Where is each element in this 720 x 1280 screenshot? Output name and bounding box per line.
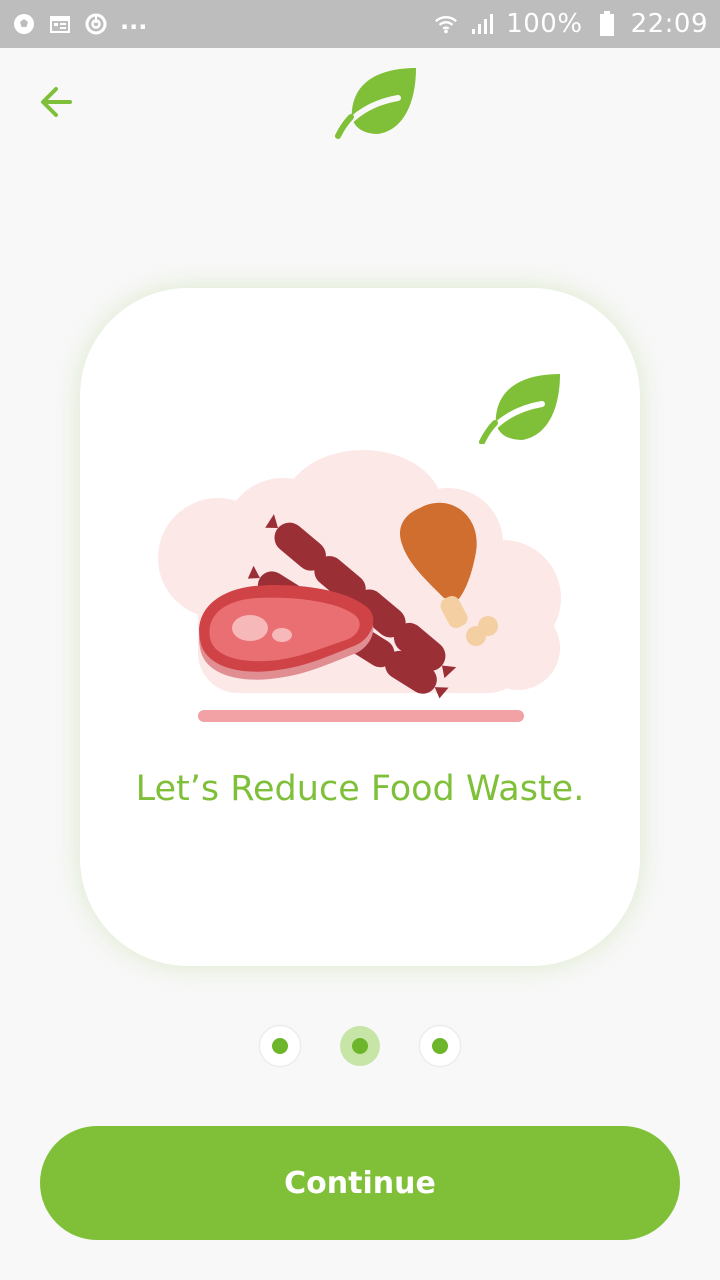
- sync-icon: [84, 12, 108, 36]
- battery-percent: 100%: [506, 9, 583, 39]
- page-dot-3[interactable]: [420, 1026, 460, 1066]
- status-bar-left: ...: [12, 7, 147, 36]
- page-dot-3-marker: [432, 1038, 448, 1054]
- leaf-icon: [478, 372, 562, 445]
- back-button[interactable]: [32, 80, 80, 128]
- battery-icon: [595, 11, 619, 36]
- signal-icon: [470, 12, 494, 36]
- arrow-left-icon: [36, 82, 76, 127]
- wifi-icon: [434, 12, 458, 36]
- page-dot-2-marker: [352, 1038, 368, 1054]
- status-bar-right: 100% 22:09: [434, 9, 708, 39]
- card-title: Let’s Reduce Food Waste.: [135, 769, 585, 809]
- status-bar: ... 100% 22:09: [0, 0, 720, 48]
- page-dot-2[interactable]: [340, 1026, 380, 1066]
- calendar-icon: [48, 12, 72, 36]
- soccer-ball-icon: [12, 12, 36, 36]
- page-dot-1[interactable]: [260, 1026, 300, 1066]
- page-dot-1-marker: [272, 1038, 288, 1054]
- onboarding-card: Let’s Reduce Food Waste.: [80, 288, 640, 966]
- meat-illustration: [158, 448, 562, 728]
- page-indicator: [0, 1026, 720, 1066]
- continue-button[interactable]: Continue: [40, 1126, 680, 1240]
- leaf-icon: [334, 66, 418, 140]
- status-overflow: ...: [120, 7, 148, 35]
- clock: 22:09: [630, 9, 708, 39]
